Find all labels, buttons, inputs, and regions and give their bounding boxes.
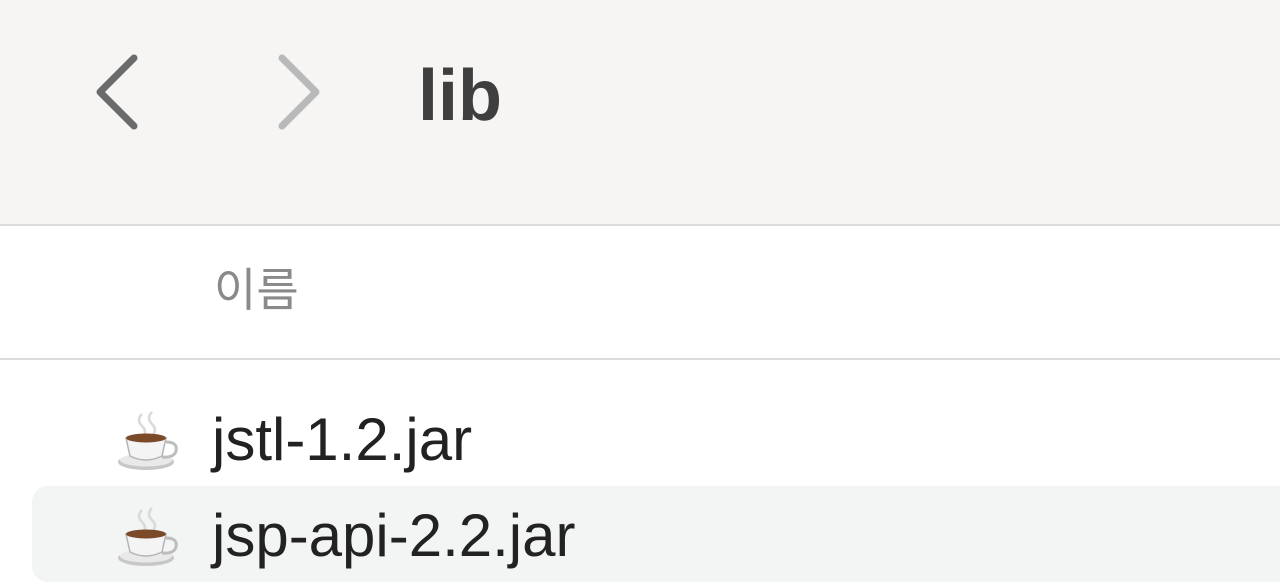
file-row-selected[interactable]: jsp-api-2.2.jar (32, 486, 1280, 582)
java-coffee-cup-icon (118, 411, 178, 470)
chevron-left-icon (96, 54, 138, 130)
forward-button[interactable] (268, 50, 328, 134)
back-button[interactable] (88, 50, 148, 134)
folder-title: lib (418, 56, 502, 136)
toolbar: lib (0, 0, 1280, 226)
column-header-name[interactable]: 이름 (214, 262, 299, 318)
file-row[interactable]: jstl-1.2.jar (32, 390, 1280, 486)
file-name: jsp-api-2.2.jar (212, 502, 576, 569)
file-name: jstl-1.2.jar (212, 406, 473, 473)
chevron-right-icon (278, 54, 320, 130)
finder-window: lib 이름 jstl-1.2.jar jsp-api-2.2.jar (0, 0, 1280, 585)
file-list: jstl-1.2.jar jsp-api-2.2.jar (0, 360, 1280, 585)
java-coffee-cup-icon (118, 507, 178, 566)
column-header-row: 이름 (0, 226, 1280, 360)
